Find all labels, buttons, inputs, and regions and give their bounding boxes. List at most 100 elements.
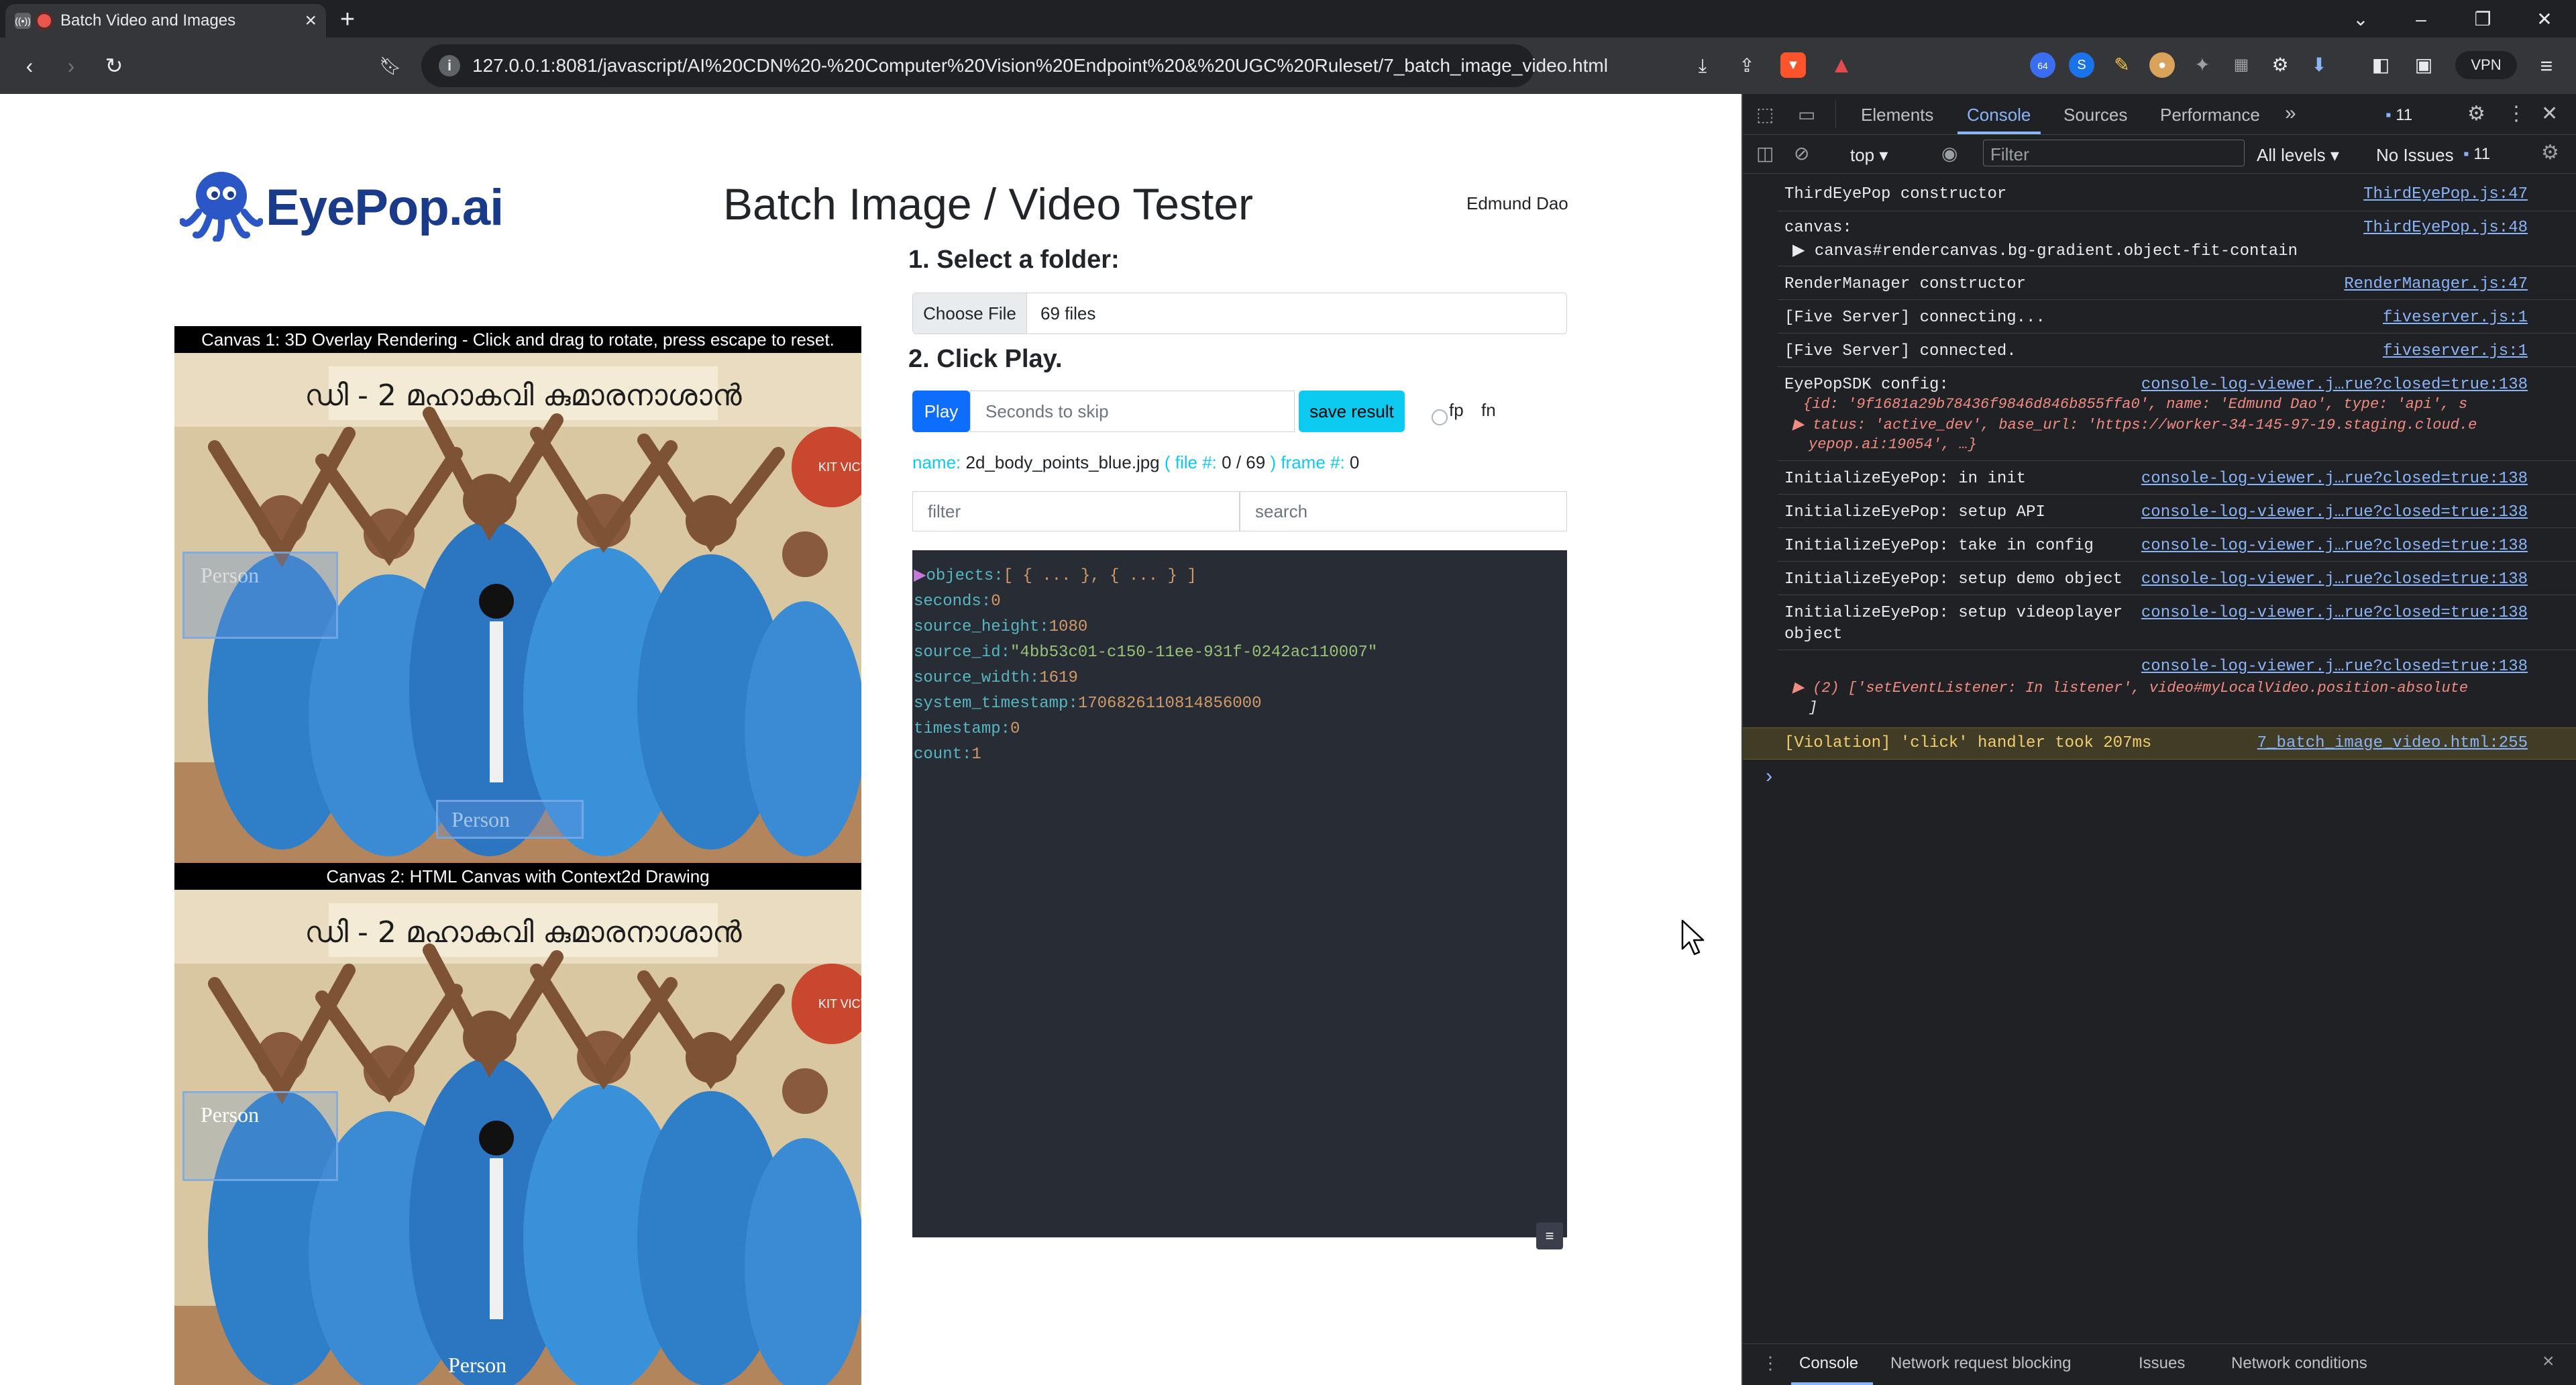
tab-sources[interactable]: Sources: [2063, 105, 2127, 125]
devtools-panel: ⬚ ▭ Elements Console Sources Performance…: [1741, 94, 2576, 1385]
log-source-link[interactable]: console-log-viewer.j…rue?closed=true:138: [2141, 604, 2528, 622]
json-row-objects[interactable]: ▶objects:[ { ... }, { ... } ]: [914, 564, 1567, 589]
tab-close-icon[interactable]: ×: [305, 11, 317, 31]
log-source-link[interactable]: console-log-viewer.j…rue?closed=true:138: [2141, 570, 2528, 588]
address-bar[interactable]: i 127.0.0.1:8081/javascript/AI%20CDN%20-…: [421, 44, 1608, 87]
menu-icon[interactable]: ≡: [2532, 52, 2561, 79]
cookie-icon[interactable]: ●: [2149, 52, 2175, 78]
close-devtools-icon[interactable]: ✕: [2541, 102, 2558, 125]
play-button[interactable]: Play: [912, 391, 970, 432]
log-source-link[interactable]: console-log-viewer.j…rue?closed=true:138: [2141, 658, 2528, 676]
log-source-link[interactable]: console-log-viewer.j…rue?closed=true:138: [2141, 376, 2528, 394]
tab-search-icon[interactable]: ⌄: [2337, 3, 2384, 36]
log-expandable-row[interactable]: ▶ canvas#rendercanvas.bg-gradient.object…: [1792, 240, 2298, 260]
log-source-link[interactable]: console-log-viewer.j…rue?closed=true:138: [2141, 470, 2528, 488]
canvas2-context2d[interactable]: ഡി - 2 മഹാകവി കുമാരനാശാൻ KIT VICTER Pers…: [174, 890, 861, 1385]
drawer-tab-network-blocking[interactable]: Network request blocking: [1890, 1354, 2071, 1373]
vpn-button[interactable]: VPN: [2455, 51, 2517, 79]
clear-console-icon[interactable]: ⊘: [1794, 142, 1809, 164]
brave-shield-icon[interactable]: ▼: [1780, 52, 1806, 78]
extension-badge-icon[interactable]: 64: [2030, 52, 2055, 78]
puzzle-extension-icon[interactable]: ✦: [2190, 52, 2215, 78]
restore-icon[interactable]: ❐: [2459, 3, 2506, 36]
json-key: count: [914, 746, 963, 764]
divider: [1778, 561, 2576, 562]
tab-elements[interactable]: Elements: [1861, 105, 1933, 125]
json-value: 0: [1010, 720, 1020, 738]
issues-counter[interactable]: ▪ 11: [2385, 106, 2412, 125]
json-value: 1080: [1049, 618, 1088, 636]
file-number-label: ( file #:: [1164, 452, 1217, 472]
device-toolbar-icon[interactable]: ▭: [1798, 103, 1815, 125]
fp-radio-label: fp: [1449, 400, 1464, 420]
no-issues-counter[interactable]: ▪ 11: [2463, 145, 2490, 164]
status-line: name: 2d_body_points_blue.jpg ( file #: …: [912, 452, 1359, 473]
new-tab-button[interactable]: +: [334, 7, 361, 34]
inspect-element-icon[interactable]: ⬚: [1756, 103, 1774, 125]
choose-file-button[interactable]: Choose File: [913, 293, 1027, 334]
log-row: ThirdEyePop constructor: [1784, 185, 2007, 203]
forward-icon[interactable]: ›: [56, 52, 86, 79]
drawer-close-icon[interactable]: ×: [2542, 1350, 2555, 1373]
drawer-menu-icon[interactable]: ⋮: [1762, 1353, 1779, 1374]
kebab-menu-icon[interactable]: ⋮: [2506, 102, 2526, 125]
browser-tab[interactable]: ((•)) Batch Video and Images ×: [5, 4, 326, 38]
tab-performance[interactable]: Performance: [2160, 105, 2260, 125]
minimize-icon[interactable]: –: [2398, 3, 2445, 36]
bookmark-icon[interactable]: 🔖︎: [376, 52, 405, 79]
console-filter-input[interactable]: Filter: [1983, 140, 2245, 166]
extension-s-icon[interactable]: S: [2069, 52, 2094, 78]
seconds-to-skip-input[interactable]: Seconds to skip: [970, 391, 1295, 432]
config-object-line: yepop.ai:19054', …}: [1809, 436, 1977, 453]
back-icon[interactable]: ‹: [15, 52, 44, 79]
extensions-icon[interactable]: ⚙: [2267, 52, 2293, 78]
console-prompt[interactable]: ›: [1763, 766, 1775, 789]
devtools-ext-icon[interactable]: ▦: [2229, 52, 2254, 78]
log-source-link[interactable]: console-log-viewer.j…rue?closed=true:138: [2141, 503, 2528, 521]
log-levels-dropdown[interactable]: All levels ▾: [2257, 145, 2339, 166]
live-expression-eye-icon[interactable]: ◉: [1941, 142, 1957, 164]
search-input[interactable]: search: [1240, 491, 1567, 531]
log-source-link[interactable]: ThirdEyePop.js:47: [2363, 185, 2528, 203]
highlighter-icon[interactable]: ✎: [2109, 52, 2135, 78]
log-source-link[interactable]: fiveserver.js:1: [2383, 309, 2528, 327]
tab-console[interactable]: Console: [1967, 105, 2031, 125]
json-menu-icon[interactable]: ≡: [1536, 1223, 1563, 1249]
download-icon[interactable]: ⤓: [1688, 52, 1717, 79]
fp-radio[interactable]: [1432, 409, 1448, 425]
log-source-link[interactable]: 7_batch_image_video.html:255: [2257, 734, 2528, 752]
canvas1-3d-overlay[interactable]: ഡി - 2 മഹാകവി കുമാരനാശാൻ KIT VICTER Pers…: [174, 353, 861, 864]
drawer-tab-issues[interactable]: Issues: [2139, 1354, 2185, 1373]
sidebar-toggle-icon[interactable]: ◫: [1756, 142, 1774, 164]
downloads-icon[interactable]: ⬇: [2306, 52, 2332, 78]
sidebar-icon[interactable]: ◧: [2368, 52, 2394, 78]
share-icon[interactable]: ⇪: [1732, 52, 1762, 79]
save-result-button[interactable]: save result: [1299, 391, 1405, 432]
log-source-link[interactable]: fiveserver.js:1: [2383, 342, 2528, 360]
log-source-link[interactable]: console-log-viewer.j…rue?closed=true:138: [2141, 537, 2528, 555]
logo-text: EyePop.ai: [266, 178, 504, 237]
config-object-line[interactable]: ▶ tatus: 'active_dev', base_url: 'https:…: [1792, 416, 2477, 433]
filter-input[interactable]: filter: [912, 491, 1240, 531]
file-number-value: 0 / 69: [1222, 452, 1266, 472]
divider: [1778, 299, 2576, 300]
log-source-link[interactable]: ThirdEyePop.js:48: [2363, 219, 2528, 237]
site-info-icon[interactable]: i: [439, 55, 460, 76]
json-key: timestamp: [914, 720, 1001, 738]
window-close-icon[interactable]: ✕: [2521, 3, 2568, 36]
frame-number-label: ) frame #:: [1270, 452, 1345, 472]
context-selector[interactable]: top ▾: [1850, 145, 1888, 166]
folder-file-input[interactable]: Choose File 69 files: [912, 293, 1567, 334]
more-tabs-icon[interactable]: »: [2285, 102, 2296, 125]
drawer-tab-network-conditions[interactable]: Network conditions: [2231, 1354, 2367, 1373]
brave-rewards-icon[interactable]: ▲: [1829, 52, 1854, 78]
reload-icon[interactable]: ↻: [99, 52, 129, 79]
url-text[interactable]: 127.0.0.1:8081/javascript/AI%20CDN%20-%2…: [472, 55, 1608, 76]
settings-gear-icon[interactable]: ⚙: [2467, 102, 2485, 125]
log-source-link[interactable]: RenderManager.js:47: [2344, 275, 2528, 293]
listener-array-line[interactable]: ▶ (2) ['setEventListener: In listener', …: [1792, 679, 2468, 697]
wallet-icon[interactable]: ▣: [2411, 52, 2436, 78]
log-row: InitializeEyePop: in init: [1784, 470, 2027, 488]
console-settings-icon[interactable]: ⚙: [2541, 141, 2559, 164]
drawer-tab-console[interactable]: Console: [1799, 1354, 1858, 1373]
